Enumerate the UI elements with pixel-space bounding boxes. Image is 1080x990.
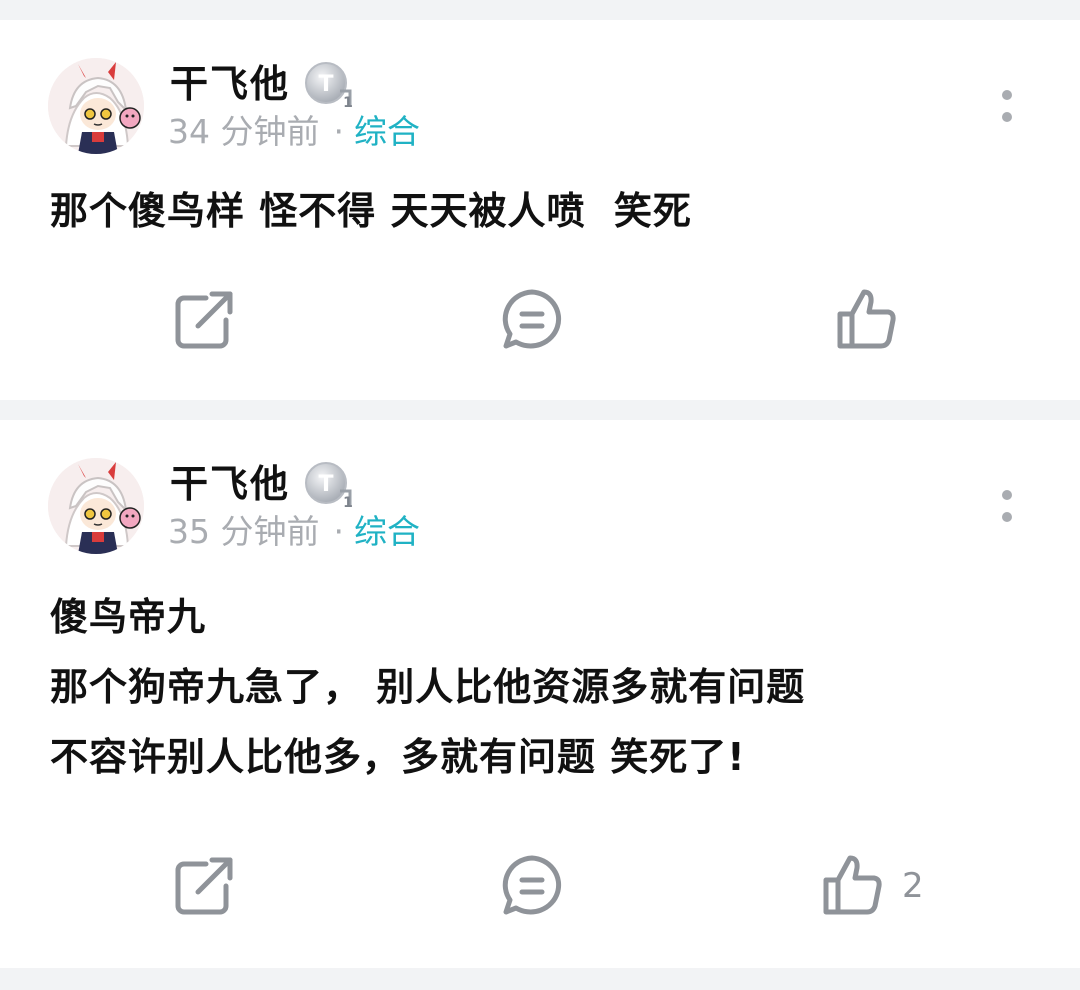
post-content: 那个傻鸟样 怪不得 天天被人喷 笑死 [50, 189, 692, 233]
comment-icon [502, 855, 562, 915]
avatar[interactable] [48, 58, 144, 154]
meta-separator: · [333, 112, 344, 151]
username[interactable]: 干飞他 [170, 460, 290, 508]
comment-button[interactable] [500, 288, 564, 352]
post-time: 34 分钟前 [168, 112, 320, 151]
post-meta: 35 分钟前 · 综合 [168, 510, 420, 554]
username[interactable]: 干飞他 [170, 60, 290, 108]
like-count: 2 [902, 866, 924, 906]
svg-text:1: 1 [343, 495, 353, 509]
svg-text:T: T [318, 72, 333, 97]
user-badge-icon: T 1 [304, 461, 360, 511]
meta-separator: · [333, 512, 344, 551]
comment-button[interactable] [500, 854, 564, 918]
svg-text:T: T [318, 472, 333, 497]
post-meta: 34 分钟前 · 综合 [168, 110, 420, 154]
post-card[interactable]: 干飞他 T 1 35 分钟前 · 综合 傻鸟帝九 那个狗帝九急了， 别人比他资源多就… [0, 420, 1080, 968]
share-icon [175, 857, 233, 915]
like-button[interactable] [820, 854, 884, 918]
more-options-icon[interactable] [996, 90, 1020, 130]
avatar[interactable] [48, 458, 144, 554]
share-icon [175, 291, 233, 349]
category-link[interactable]: 综合 [354, 112, 420, 151]
user-badge-icon: T 1 [304, 61, 360, 111]
thumbs-up-icon [823, 855, 882, 915]
like-button[interactable] [834, 288, 898, 352]
comment-icon [502, 289, 562, 349]
category-link[interactable]: 综合 [354, 512, 420, 551]
post-feed: 干飞他 T 1 34 分钟前 · 综合 那个傻鸟样 怪不得 天天被人喷 笑死 干… [0, 0, 1080, 990]
share-button[interactable] [172, 288, 236, 352]
more-options-icon[interactable] [996, 490, 1020, 530]
share-button[interactable] [172, 854, 236, 918]
svg-text:1: 1 [343, 95, 353, 109]
post-time: 35 分钟前 [168, 512, 320, 551]
post-card[interactable]: 干飞他 T 1 34 分钟前 · 综合 那个傻鸟样 怪不得 天天被人喷 笑死 [0, 20, 1080, 400]
thumbs-up-icon [837, 289, 896, 349]
post-content: 傻鸟帝九 那个狗帝九急了， 别人比他资源多就有问题 不容许别人比他多，多就有问题… [50, 595, 806, 779]
